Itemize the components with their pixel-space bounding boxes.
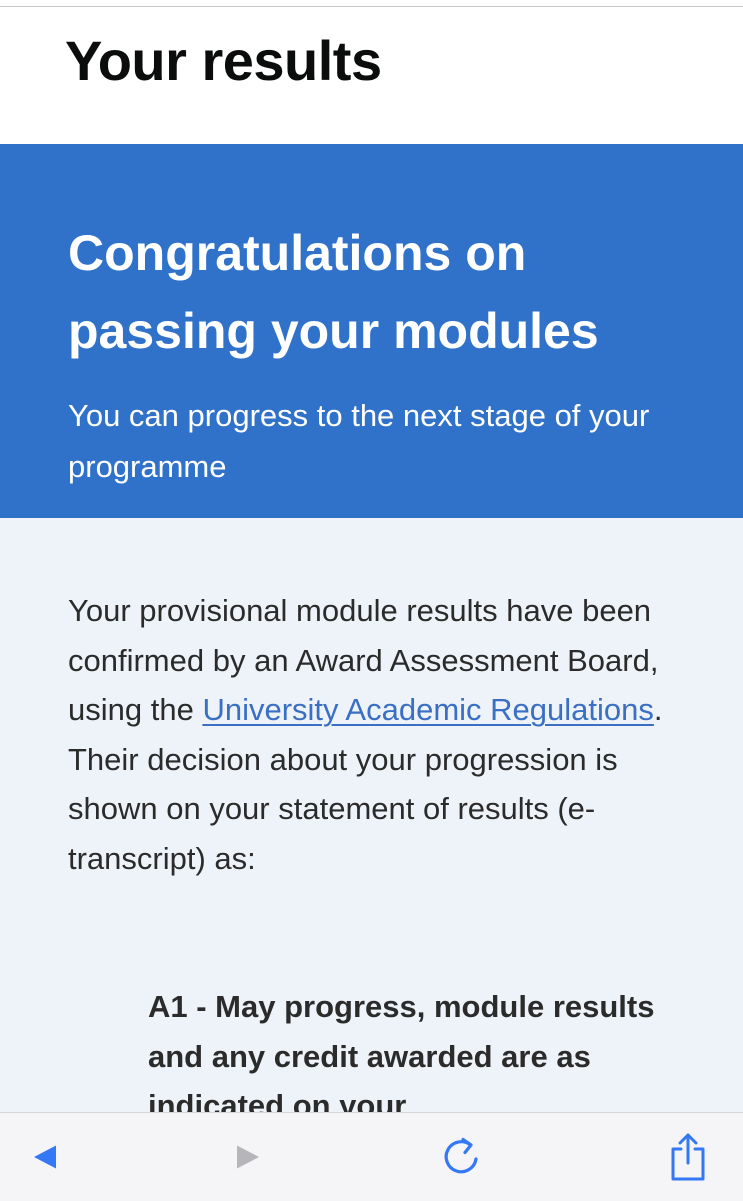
results-content: Your provisional module results have bee…: [0, 518, 743, 1112]
share-button[interactable]: [643, 1113, 733, 1201]
reload-button[interactable]: [418, 1113, 508, 1201]
back-arrow-icon: [30, 1142, 60, 1172]
top-divider: [0, 0, 743, 7]
reload-icon: [440, 1134, 486, 1180]
progression-decision: A1 - May progress, module results and an…: [148, 989, 655, 1112]
banner-title: Congratulations on passing your modules: [68, 225, 599, 359]
page-header: Your results: [0, 7, 743, 144]
forward-button[interactable]: [203, 1113, 293, 1201]
banner-subtitle: You can progress to the next stage of yo…: [68, 398, 650, 484]
browser-toolbar: [0, 1112, 743, 1201]
academic-regulations-link[interactable]: University Academic Regulations: [202, 692, 653, 727]
back-button[interactable]: [0, 1113, 90, 1201]
forward-arrow-icon: [233, 1142, 263, 1172]
page-title: Your results: [65, 29, 382, 92]
results-explanation: Your provisional module results have bee…: [68, 586, 708, 884]
success-banner: Congratulations on passing your modules …: [0, 144, 743, 518]
share-icon: [666, 1131, 710, 1183]
